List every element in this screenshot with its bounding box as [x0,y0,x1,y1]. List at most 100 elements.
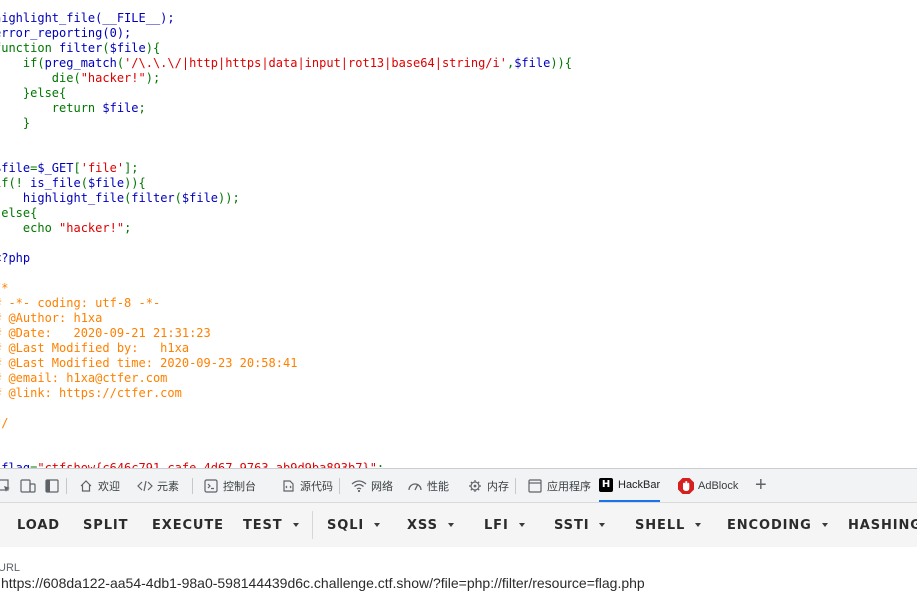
code-line: return $file; [0,101,146,116]
test-button[interactable]: TEST [243,503,299,547]
code-token: $_GET [37,161,74,175]
tab-label: 内存 [487,480,509,493]
caret-down-icon [292,523,299,527]
code-token: <?php [0,251,31,265]
code-token: if(! [0,176,23,190]
code-line: if(preg_match('/\.\.\/|http|https|data|i… [0,56,572,71]
button-label: SSTI [554,517,590,533]
button-label: EXECUTE [152,517,224,533]
code-line: # @Date: 2020-09-21 21:31:23 [0,326,211,341]
code-line: } [0,131,1,146]
device-toolbar-icon[interactable] [20,478,36,494]
execute-button[interactable]: EXECUTE [152,503,224,547]
button-label: SPLIT [83,517,129,533]
tab-控制台[interactable]: 控制台 [203,469,256,502]
button-label: SQLI [327,517,365,533]
code-token: $file [181,191,219,205]
code-token: $flag [0,461,31,468]
hashing-button[interactable]: HASHING [848,503,917,547]
code-line: highlight_file(__FILE__); [0,11,175,26]
code-token: function [0,41,60,55]
button-label: TEST [243,517,283,533]
code-line: } [0,116,30,131]
code-token: ; [138,101,146,115]
code-line: function filter($file){ [0,41,160,56]
code-token: */ [0,416,9,430]
code-token: ); [145,71,161,85]
toolbar-separator [66,478,67,494]
code-token: return [0,101,103,115]
toolbar-divider [312,511,313,539]
button-label: LOAD [17,517,60,533]
tab-hackbar[interactable]: H HackBar [599,469,661,502]
caret-down-icon [695,523,702,527]
tab-label: 性能 [427,480,449,493]
ssti-button[interactable]: SSTI [554,503,606,547]
code-token: ){ [145,41,161,55]
code-token: )){ [550,56,573,70]
lfi-button[interactable]: LFI [484,503,525,547]
performance-icon [407,478,423,494]
caret-down-icon [447,523,454,527]
xss-button[interactable]: XSS [407,503,454,547]
button-label: HASHING [848,517,917,533]
tab-源代码[interactable]: 源代码 [280,469,333,502]
home-icon [78,478,94,494]
tab-内存[interactable]: 内存 [467,469,509,502]
code-token: ( [80,176,88,190]
split-button[interactable]: SPLIT [83,503,128,547]
code-line: error_reporting(0); [0,26,131,41]
tab-label: 欢迎 [98,480,120,493]
code-token: }else{ [0,86,67,100]
shell-button[interactable]: SHELL [635,503,702,547]
button-label: XSS [407,517,438,533]
url-input[interactable]: https://608da122-aa54-4db1-98a0-59814443… [1,575,915,591]
wifi-icon [351,478,367,494]
code-token: # @Author: h1xa [0,311,103,325]
tab-网络[interactable]: 网络 [351,469,393,502]
code-token: error_reporting(0); [0,26,132,40]
code-line: # @Last Modified by: h1xa [0,341,189,356]
add-tab-button[interactable]: + [755,469,767,502]
code-token: } [0,131,1,145]
tab-元素[interactable]: 元素 [137,469,179,502]
tab-label: 源代码 [300,480,333,493]
code-token: # @email: h1xa@ctfer.com [0,371,168,385]
code-line: # @Author: h1xa [0,311,102,326]
code-token: $file [87,176,125,190]
load-button[interactable]: LOAD [17,503,60,547]
dock-panel-icon[interactable] [44,478,60,494]
tab-欢迎[interactable]: 欢迎 [78,469,120,502]
console-icon [203,478,219,494]
code-token: '/\.\.\/|http|https|data|input|rot13|bas… [124,56,507,70]
code-token: preg_match [44,56,117,70]
code-token: "hacker!" [59,221,125,235]
code-token: # -*- coding: utf-8 -*- [0,296,161,310]
code-line: echo "hacker!"; [0,221,131,236]
url-label: URL [0,562,21,574]
code-token: echo [0,221,60,235]
code-token: if( [22,56,45,70]
code-token: # @Date: 2020-09-21 21:31:23 [0,326,211,340]
code-token: filter [131,191,175,205]
encoding-button[interactable]: ENCODING [727,503,828,547]
sqli-button[interactable]: SQLI [327,503,381,547]
code-line: }else{ [0,206,37,221]
inspect-element-icon[interactable] [0,478,12,494]
code-line: if(! is_file($file)){ [0,176,146,191]
code-line: $flag="ctfshow{c646c791-cafe-4d67-9763-a… [0,461,384,468]
code-token: is_file [30,176,81,190]
tab-label: 控制台 [223,480,256,493]
code-line: */ [0,416,8,431]
code-token: )); [218,191,240,205]
code-line: # @email: h1xa@ctfer.com [0,371,167,386]
tab-adblock[interactable]: AdBlock [677,469,738,502]
code-token: ( [174,191,182,205]
code-token: ; [124,221,132,235]
toolbar-separator [515,478,516,494]
tab-性能[interactable]: 性能 [407,469,449,502]
tab-应用程序[interactable]: 应用程序 [527,469,591,502]
code-line: die("hacker!"); [0,71,160,86]
code-token: "ctfshow{c646c791-cafe-4d67-9763-ab9d9ba… [37,461,377,468]
